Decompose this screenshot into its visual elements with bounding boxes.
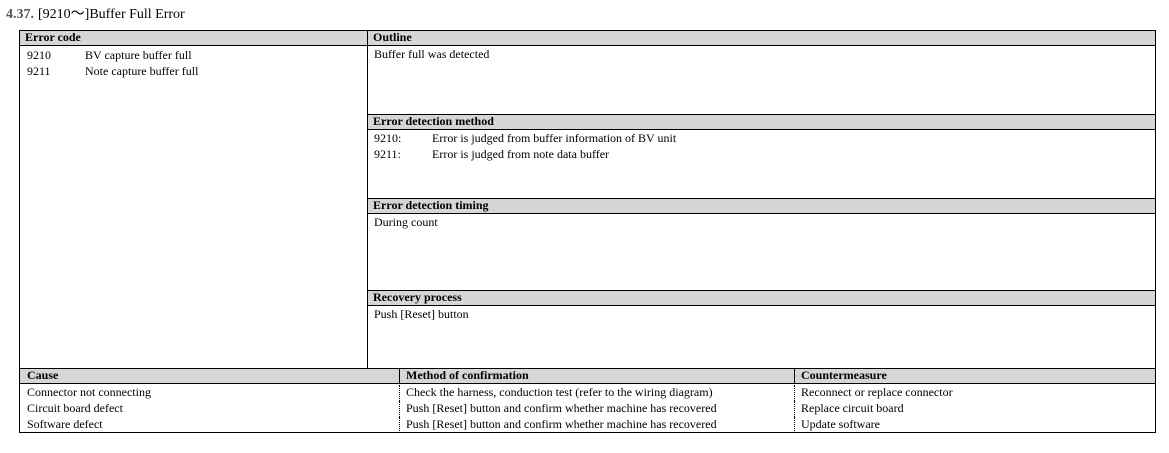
error-code-desc: BV capture buffer full [85,48,192,62]
table-row: Software defect Push [Reset] button and … [20,417,1155,433]
measure-cell: Replace circuit board [801,401,904,415]
detection-method-list: 9210: Error is judged from buffer informa… [374,130,676,162]
detection-method-code: 9210: [374,131,402,145]
outline-text: Buffer full was detected [374,47,490,61]
detection-method-code: 9211: [374,147,401,161]
error-code-desc: Note capture buffer full [85,64,199,78]
measure-cell: Reconnect or replace connector [801,385,953,399]
method-header: Method of confirmation [406,368,529,382]
detection-timing-text: During count [374,215,438,229]
detection-method-header: Error detection method [368,115,1155,130]
detection-timing-header: Error detection timing [368,199,1155,214]
detection-method-desc: Error is judged from buffer information … [432,131,677,145]
measure-cell: Update software [801,417,880,431]
recovery-text: Push [Reset] button [374,307,469,321]
error-code-item: 9211 Note capture buffer full [27,63,198,79]
column-divider [794,369,795,384]
error-code-number: 9210 [27,48,51,62]
table-row: Circuit board defect Push [Reset] button… [20,401,1155,417]
table-row: Connector not connecting Check the harne… [20,385,1155,401]
method-cell: Push [Reset] button and confirm whether … [406,417,717,431]
detection-method-desc: Error is judged from note data buffer [432,147,610,161]
cause-cell: Connector not connecting [27,385,151,399]
cause-table-header: Cause Method of confirmation Countermeas… [20,369,1155,384]
cause-cell: Software defect [27,417,103,431]
error-code-number: 9211 [27,64,51,78]
section-heading: 4.37. [9210～]Buffer Full Error [6,3,185,23]
measure-header: Countermeasure [801,368,887,382]
section-number: 4.37. [6,7,34,22]
cause-header: Cause [27,368,59,382]
error-code-header: Error code [20,31,368,46]
section-title: [9210～]Buffer Full Error [38,7,185,22]
cause-cell: Circuit board defect [27,401,123,415]
outline-header: Outline [368,31,1155,46]
error-info-table: Error code 9210 BV capture buffer full 92… [19,30,1156,369]
error-code-list: 9210 BV capture buffer full 9211 Note capt… [27,47,198,79]
method-cell: Push [Reset] button and confirm whether … [406,401,717,415]
cause-table: Cause Method of confirmation Countermeas… [19,368,1156,433]
detection-method-item: 9211: Error is judged from note data buff… [374,146,676,162]
method-cell: Check the harness, conduction test (refe… [406,385,713,399]
error-code-item: 9210 BV capture buffer full [27,47,198,63]
recovery-header: Recovery process [368,291,1155,306]
column-divider [399,369,400,384]
detection-method-item: 9210: Error is judged from buffer informa… [374,130,676,146]
